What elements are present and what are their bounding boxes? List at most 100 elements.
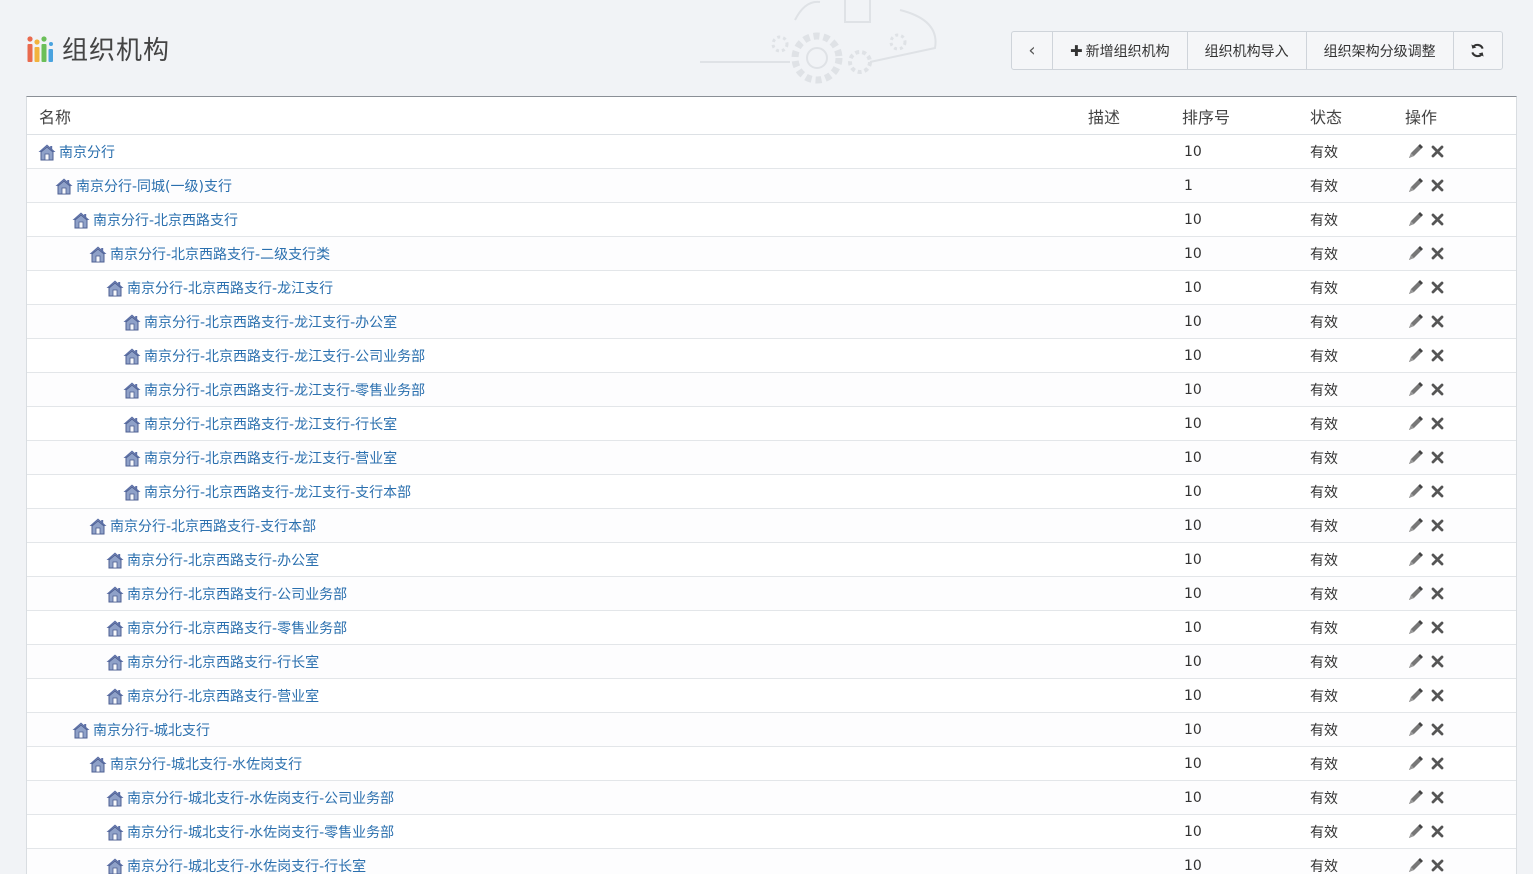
table-row[interactable]: 南京分行-北京西路支行-龙江支行-行长室10有效 (27, 407, 1516, 441)
delete-icon[interactable] (1431, 621, 1444, 634)
table-row[interactable]: 南京分行-北京西路支行10有效 (27, 203, 1516, 237)
org-name-link[interactable]: 南京分行-城北支行-水佐岗支行-零售业务部 (127, 822, 394, 842)
edit-icon[interactable] (1407, 789, 1424, 806)
edit-icon[interactable] (1407, 449, 1424, 466)
table-row[interactable]: 南京分行-同城(一级)支行1有效 (27, 169, 1516, 203)
back-button[interactable]: ‹ (1012, 32, 1053, 69)
import-org-button[interactable]: 组织机构导入 (1188, 32, 1307, 69)
edit-icon[interactable] (1407, 687, 1424, 704)
table-row[interactable]: 南京分行-北京西路支行-龙江支行10有效 (27, 271, 1516, 305)
table-row[interactable]: 南京分行-北京西路支行-龙江支行-零售业务部10有效 (27, 373, 1516, 407)
delete-icon[interactable] (1431, 757, 1444, 770)
org-name-link[interactable]: 南京分行-北京西路支行-龙江支行-营业室 (144, 448, 397, 468)
delete-icon[interactable] (1431, 791, 1444, 804)
org-name-link[interactable]: 南京分行-城北支行-水佐岗支行-行长室 (127, 856, 366, 874)
org-name-link[interactable]: 南京分行-同城(一级)支行 (76, 176, 232, 196)
org-house-icon (54, 177, 74, 195)
org-name-link[interactable]: 南京分行 (59, 142, 115, 162)
table-row[interactable]: 南京分行-城北支行-水佐岗支行-行长室10有效 (27, 849, 1516, 874)
delete-icon[interactable] (1431, 519, 1444, 532)
org-name-link[interactable]: 南京分行-北京西路支行-龙江支行 (127, 278, 333, 298)
org-name-link[interactable]: 南京分行-北京西路支行 (93, 210, 238, 230)
table-row[interactable]: 南京分行-北京西路支行-龙江支行-营业室10有效 (27, 441, 1516, 475)
org-name-link[interactable]: 南京分行-北京西路支行-公司业务部 (127, 584, 347, 604)
org-name-link[interactable]: 南京分行-城北支行 (93, 720, 210, 740)
delete-icon[interactable] (1431, 723, 1444, 736)
edit-icon[interactable] (1407, 143, 1424, 160)
edit-icon[interactable] (1407, 585, 1424, 602)
delete-icon[interactable] (1431, 825, 1444, 838)
edit-icon[interactable] (1407, 347, 1424, 364)
edit-icon[interactable] (1407, 619, 1424, 636)
table-row[interactable]: 南京分行-北京西路支行-零售业务部10有效 (27, 611, 1516, 645)
table-row[interactable]: 南京分行-北京西路支行-龙江支行-办公室10有效 (27, 305, 1516, 339)
refresh-button[interactable] (1454, 32, 1502, 69)
table-row[interactable]: 南京分行-北京西路支行-办公室10有效 (27, 543, 1516, 577)
table-row[interactable]: 南京分行-北京西路支行-公司业务部10有效 (27, 577, 1516, 611)
table-row[interactable]: 南京分行10有效 (27, 135, 1516, 169)
column-header-status[interactable]: 状态 (1310, 97, 1405, 135)
edit-icon[interactable] (1407, 245, 1424, 262)
org-name-link[interactable]: 南京分行-北京西路支行-龙江支行-零售业务部 (144, 380, 425, 400)
delete-icon[interactable] (1431, 655, 1444, 668)
org-name-link[interactable]: 南京分行-北京西路支行-二级支行类 (110, 244, 330, 264)
edit-icon[interactable] (1407, 381, 1424, 398)
table-row[interactable]: 南京分行-北京西路支行-龙江支行-公司业务部10有效 (27, 339, 1516, 373)
org-name-link[interactable]: 南京分行-城北支行-水佐岗支行-公司业务部 (127, 788, 394, 808)
edit-icon[interactable] (1407, 483, 1424, 500)
edit-icon[interactable] (1407, 177, 1424, 194)
table-row[interactable]: 南京分行-北京西路支行-营业室10有效 (27, 679, 1516, 713)
add-org-button[interactable]: ✚ 新增组织机构 (1053, 32, 1188, 69)
name-cell: 南京分行-北京西路支行-龙江支行-营业室 (27, 441, 1088, 475)
delete-icon[interactable] (1431, 553, 1444, 566)
delete-icon[interactable] (1431, 383, 1444, 396)
table-row[interactable]: 南京分行-城北支行-水佐岗支行-零售业务部10有效 (27, 815, 1516, 849)
delete-icon[interactable] (1431, 213, 1444, 226)
org-name-link[interactable]: 南京分行-北京西路支行-办公室 (127, 550, 319, 570)
edit-icon[interactable] (1407, 653, 1424, 670)
org-name-link[interactable]: 南京分行-北京西路支行-行长室 (127, 652, 319, 672)
org-name-link[interactable]: 南京分行-北京西路支行-零售业务部 (127, 618, 347, 638)
delete-icon[interactable] (1431, 689, 1444, 702)
delete-icon[interactable] (1431, 485, 1444, 498)
adjust-hierarchy-button[interactable]: 组织架构分级调整 (1307, 32, 1454, 69)
edit-icon[interactable] (1407, 551, 1424, 568)
edit-icon[interactable] (1407, 823, 1424, 840)
org-name-link[interactable]: 南京分行-北京西路支行-龙江支行-办公室 (144, 312, 397, 332)
table-row[interactable]: 南京分行-北京西路支行-行长室10有效 (27, 645, 1516, 679)
table-row[interactable]: 南京分行-北京西路支行-二级支行类10有效 (27, 237, 1516, 271)
table-row[interactable]: 南京分行-北京西路支行-龙江支行-支行本部10有效 (27, 475, 1516, 509)
delete-icon[interactable] (1431, 859, 1444, 872)
org-name-link[interactable]: 南京分行-北京西路支行-龙江支行-公司业务部 (144, 346, 425, 366)
delete-icon[interactable] (1431, 247, 1444, 260)
delete-icon[interactable] (1431, 179, 1444, 192)
org-name-link[interactable]: 南京分行-北京西路支行-支行本部 (110, 516, 316, 536)
edit-icon[interactable] (1407, 721, 1424, 738)
column-header-desc[interactable]: 描述 (1088, 97, 1182, 135)
name-cell: 南京分行-北京西路支行-龙江支行-支行本部 (27, 475, 1088, 509)
org-name-link[interactable]: 南京分行-城北支行-水佐岗支行 (110, 754, 302, 774)
table-row[interactable]: 南京分行-北京西路支行-支行本部10有效 (27, 509, 1516, 543)
table-row[interactable]: 南京分行-城北支行-水佐岗支行10有效 (27, 747, 1516, 781)
edit-icon[interactable] (1407, 517, 1424, 534)
edit-icon[interactable] (1407, 211, 1424, 228)
edit-icon[interactable] (1407, 755, 1424, 772)
edit-icon[interactable] (1407, 415, 1424, 432)
org-name-link[interactable]: 南京分行-北京西路支行-龙江支行-支行本部 (144, 482, 411, 502)
edit-icon[interactable] (1407, 313, 1424, 330)
table-row[interactable]: 南京分行-城北支行-水佐岗支行-公司业务部10有效 (27, 781, 1516, 815)
delete-icon[interactable] (1431, 451, 1444, 464)
delete-icon[interactable] (1431, 315, 1444, 328)
delete-icon[interactable] (1431, 281, 1444, 294)
table-row[interactable]: 南京分行-城北支行10有效 (27, 713, 1516, 747)
org-name-link[interactable]: 南京分行-北京西路支行-龙江支行-行长室 (144, 414, 397, 434)
edit-icon[interactable] (1407, 279, 1424, 296)
column-header-order[interactable]: 排序号 (1182, 97, 1310, 135)
delete-icon[interactable] (1431, 349, 1444, 362)
column-header-name[interactable]: 名称 (27, 97, 1088, 135)
delete-icon[interactable] (1431, 417, 1444, 430)
delete-icon[interactable] (1431, 145, 1444, 158)
org-name-link[interactable]: 南京分行-北京西路支行-营业室 (127, 686, 319, 706)
delete-icon[interactable] (1431, 587, 1444, 600)
edit-icon[interactable] (1407, 857, 1424, 874)
